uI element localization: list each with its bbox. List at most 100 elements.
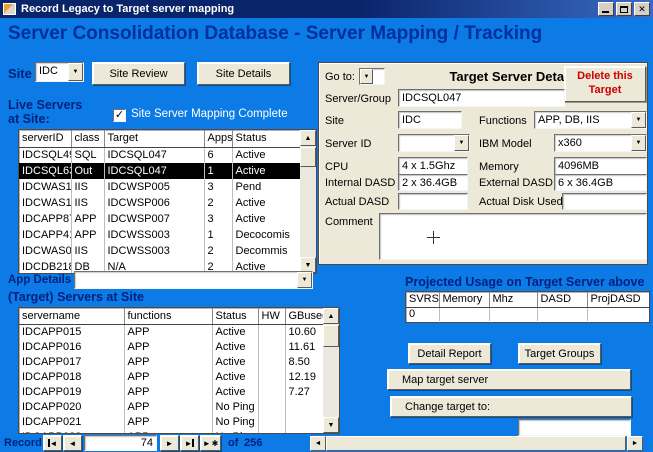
scroll-right-icon[interactable]: ► [627,436,643,451]
live-table-scrollbar[interactable]: ▲ ▼ [300,130,316,273]
table-row[interactable]: IDCWAS17IISIDCWSP0053Pend [19,179,302,195]
table-row[interactable]: IDCAPP41APPIDCWSS0031Decocomis [19,227,302,243]
chevron-down-icon[interactable]: ▼ [631,135,646,151]
table-row[interactable]: IDCAPP021APPNo Ping [19,414,325,429]
column-header[interactable]: class [71,130,104,147]
actual-dasd-field[interactable] [398,193,468,210]
table-cell[interactable] [258,429,285,434]
table-cell[interactable]: APP [71,211,104,227]
table-cell[interactable]: Decommis [232,243,302,259]
table-cell[interactable]: IDCAPP021 [19,414,124,429]
table-cell[interactable]: Out [71,163,104,179]
column-header[interactable]: Status [212,308,258,324]
table-row[interactable]: IDCAPP017APPActive8.50 [19,354,325,369]
scroll-up-icon[interactable]: ▲ [300,130,316,146]
table-cell[interactable]: IDCDB218 [19,259,71,274]
ibm-model-select[interactable]: x360 ▼ [554,134,647,152]
internal-dasd-field[interactable] [398,174,468,191]
site-field[interactable] [398,111,462,129]
scroll-down-icon[interactable]: ▼ [323,417,339,433]
table-cell[interactable]: IDCSQL047 [104,147,204,163]
scroll-thumb[interactable] [323,325,339,347]
comment-field[interactable] [379,213,647,260]
table-cell[interactable]: APP [124,339,212,354]
table-cell[interactable] [258,399,285,414]
table-row[interactable]: IDCAPP015APPActive10.60 [19,324,325,339]
table-cell[interactable]: Active [212,324,258,339]
table-cell[interactable]: Active [212,369,258,384]
table-row[interactable]: IDCAPP87APPIDCWSP0073Active [19,211,302,227]
table-cell[interactable]: Active [232,195,302,211]
column-header[interactable]: Apps [204,130,232,147]
chevron-down-icon[interactable]: ▼ [631,112,646,128]
table-cell[interactable]: APP [124,384,212,399]
table-row[interactable]: IDCAPP022APPNo Ping [19,429,325,434]
table-cell[interactable] [489,307,537,321]
goto-select[interactable]: ▼ [359,68,385,85]
table-cell[interactable]: 6 [204,147,232,163]
actual-disk-used-field[interactable] [562,193,647,210]
table-cell[interactable]: 0 [406,307,439,321]
map-target-server-button[interactable]: Map target server [387,369,631,390]
memory-field[interactable] [554,157,647,175]
table-cell[interactable]: IDCAPP016 [19,339,124,354]
table-cell[interactable]: 11.61 [285,339,325,354]
table-row[interactable]: IDCAPP020APPNo Ping [19,399,325,414]
scroll-thumb[interactable] [300,147,316,167]
table-cell[interactable]: Pend [232,179,302,195]
table-cell[interactable]: APP [124,399,212,414]
table-row[interactable]: IDCAPP019APPActive7.27 [19,384,325,399]
mapping-complete-checkbox[interactable]: ✓ [113,109,126,122]
table-cell[interactable]: 2 [204,243,232,259]
live-servers-table[interactable]: serverIDclassTargetAppsStatus IDCSQL49SQL… [18,129,317,274]
column-header[interactable]: Memory [439,292,489,307]
table-cell[interactable]: APP [71,227,104,243]
table-cell[interactable]: IDCAPP015 [19,324,124,339]
table-cell[interactable]: IDCSQL63 [19,163,71,179]
server-id-select[interactable]: ▼ [398,134,470,152]
table-cell[interactable]: IDCAPP017 [19,354,124,369]
scroll-left-icon[interactable]: ◄ [310,436,326,451]
table-row[interactable]: IDCSQL63OutIDCSQL0471Active [19,163,302,179]
table-cell[interactable]: Active [212,339,258,354]
table-cell[interactable]: APP [124,369,212,384]
table-cell[interactable] [258,324,285,339]
column-header[interactable]: SVRS [406,292,439,307]
column-header[interactable]: Status [232,130,302,147]
table-cell[interactable]: IDCSQL49 [19,147,71,163]
table-cell[interactable]: IDCAPP87 [19,211,71,227]
chevron-down-icon[interactable]: ▼ [297,272,312,288]
table-cell[interactable] [258,354,285,369]
target-groups-button[interactable]: Target Groups [518,343,601,364]
table-cell[interactable]: IDCWSP007 [104,211,204,227]
table-cell[interactable] [439,307,489,321]
table-cell[interactable]: IIS [71,195,104,211]
table-cell[interactable]: IDCWAS19 [19,195,71,211]
table-cell[interactable]: IDCAPP018 [19,369,124,384]
column-header[interactable]: Target [104,130,204,147]
column-header[interactable]: serverID [19,130,71,147]
column-header[interactable]: functions [124,308,212,324]
table-cell[interactable]: Active [212,354,258,369]
table-cell[interactable]: Active [232,211,302,227]
table-row[interactable]: IDCWAS19IISIDCWSP0062Active [19,195,302,211]
table-cell[interactable]: No Ping [212,429,258,434]
table-cell[interactable]: 7.27 [285,384,325,399]
column-header[interactable]: ProjDASD [587,292,649,307]
chevron-down-icon[interactable]: ▼ [360,69,373,84]
table-cell[interactable]: IDCWAS01 [19,243,71,259]
target-table-scrollbar[interactable]: ▲ ▼ [323,308,339,433]
table-cell[interactable]: APP [124,324,212,339]
table-cell[interactable] [587,307,649,321]
table-cell[interactable]: No Ping [212,414,258,429]
minimize-button[interactable] [598,2,614,16]
server-group-field[interactable] [398,89,565,107]
scroll-up-icon[interactable]: ▲ [323,308,339,324]
table-row[interactable]: IDCAPP016APPActive 11.61 [19,339,325,354]
column-header[interactable]: servername [19,308,124,324]
table-cell[interactable]: IDCWSP005 [104,179,204,195]
target-servers-table[interactable]: servernamefunctionsStatusHWGBusedIDCAPP0… [18,307,340,434]
table-cell[interactable]: SQL [71,147,104,163]
table-cell[interactable] [258,384,285,399]
site-review-button[interactable]: Site Review [92,62,185,85]
